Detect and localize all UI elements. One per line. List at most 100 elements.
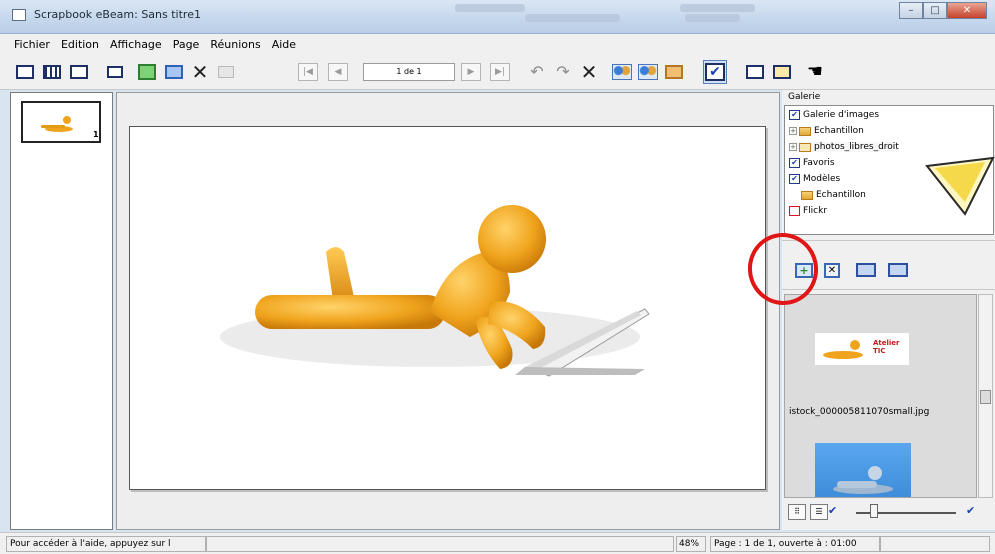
checkbox-checked-icon[interactable]: ✔: [789, 174, 800, 184]
hand-tool-button[interactable]: ☚: [803, 60, 827, 84]
screen-button[interactable]: [743, 60, 767, 84]
grid-view-button[interactable]: [40, 60, 64, 84]
tree-item-echantillon[interactable]: + Echantillon: [789, 126, 864, 136]
notes-button[interactable]: [662, 60, 686, 84]
single-page-icon: [16, 65, 34, 79]
clear-button[interactable]: ✕: [577, 60, 601, 84]
gallery-image-list: Atelier TIC istock_000005811070small.jpg: [784, 294, 977, 498]
menu-affichage[interactable]: Affichage: [110, 38, 162, 51]
previous-page-button[interactable]: ◀: [328, 63, 348, 81]
maximize-button[interactable]: □: [923, 2, 947, 19]
expand-icon[interactable]: +: [789, 127, 797, 135]
window-view-button[interactable]: [103, 60, 127, 84]
page-indicator-field[interactable]: 1 de 1: [363, 63, 455, 81]
checkbox-checked-icon[interactable]: ✔: [789, 110, 800, 120]
page-thumbnail-panel: 1: [10, 92, 113, 530]
status-empty-cell: [206, 536, 674, 552]
gallery-scrollbar[interactable]: [978, 294, 993, 498]
minimize-button[interactable]: –: [899, 2, 923, 19]
flickr-icon: [789, 206, 800, 216]
figure-blue-thumbnail-image: [833, 466, 893, 494]
capture-button[interactable]: [770, 60, 794, 84]
gallery-toggle-button[interactable]: ✔: [703, 60, 727, 84]
tree-item-favoris[interactable]: ✔ Favoris: [789, 158, 835, 168]
tree-item-photos-libres-droit[interactable]: + photos_libres_droit: [789, 142, 899, 152]
menu-aide[interactable]: Aide: [272, 38, 296, 51]
clear-icon: ✕: [580, 60, 598, 84]
gallery-header: Galerie: [788, 92, 821, 102]
yellow-pointer-arrow-icon: [925, 156, 995, 216]
large-size-icon: ✔: [966, 504, 976, 517]
atelier-badge: Atelier TIC: [873, 339, 900, 355]
delete-gallery-folder-button[interactable]: ✕: [820, 260, 844, 280]
single-view-button[interactable]: [13, 60, 37, 84]
scrollbar-thumb[interactable]: [980, 390, 991, 404]
disabled-tool-button[interactable]: [214, 60, 238, 84]
delete-page-button[interactable]: ✕: [188, 60, 212, 84]
gallery-icon: ✔: [705, 63, 725, 81]
undo-button[interactable]: ↶: [525, 60, 549, 84]
last-page-button[interactable]: ▶|: [490, 63, 510, 81]
menu-reunions[interactable]: Réunions: [210, 38, 260, 51]
gallery-image-atelier[interactable]: Atelier TIC: [815, 333, 909, 365]
full-view-button[interactable]: [67, 60, 91, 84]
tree-item-modeles[interactable]: ✔ Modèles: [789, 174, 840, 184]
gallery-image-istock[interactable]: [815, 443, 911, 497]
menu-page[interactable]: Page: [173, 38, 200, 51]
undo-icon: ↶: [530, 62, 544, 81]
screen-icon: [746, 65, 764, 79]
tree-item-flickr[interactable]: Flickr: [789, 206, 827, 216]
export-image-button[interactable]: [886, 260, 910, 280]
status-page-info: Page : 1 de 1, ouverte à : 01:00: [710, 536, 880, 552]
blurred-taskbar-item: [525, 14, 620, 22]
folder-icon: [801, 190, 813, 200]
first-page-button[interactable]: |◀: [298, 63, 318, 81]
tree-item-echantillon-modeles[interactable]: Echantillon: [801, 190, 866, 200]
page-thumbnail[interactable]: [21, 101, 101, 143]
next-page-button[interactable]: ▶: [461, 63, 481, 81]
export-image-icon: [888, 263, 908, 277]
slider-handle[interactable]: [870, 504, 878, 518]
share-icon: [638, 64, 658, 80]
gallery-bottom-bar: ⠿ ☰ ✔ ✔: [784, 500, 994, 524]
folder-icon: [799, 126, 811, 136]
hand-icon: ☚: [806, 61, 824, 82]
status-bar: Pour accéder à l'aide, appuyez sur l 48%…: [0, 532, 995, 554]
folder-icon: [799, 142, 811, 152]
title-bar: Scrapbook eBeam: Sans titre1 – □ ✕: [0, 0, 995, 34]
small-size-icon: ✔: [828, 504, 838, 517]
grid-icon: [43, 65, 61, 79]
list-view-button[interactable]: ☰: [810, 504, 828, 520]
tree-item-label: Flickr: [803, 206, 828, 216]
blurred-taskbar-item: [455, 4, 525, 12]
canvas-area: [116, 92, 780, 530]
canvas-page[interactable]: [129, 126, 766, 490]
redo-icon: ↷: [556, 62, 570, 81]
close-button[interactable]: ✕: [947, 2, 987, 19]
expand-icon[interactable]: +: [789, 143, 797, 151]
copy-page-icon: [165, 65, 183, 79]
menu-edition[interactable]: Edition: [61, 38, 99, 51]
disabled-icon: [218, 66, 234, 78]
meeting-button[interactable]: [610, 60, 634, 84]
tree-item-label: photos_libres_droit: [814, 142, 899, 152]
capture-icon: [773, 65, 791, 79]
people-icon: [612, 64, 632, 80]
thumbnail-view-button[interactable]: ⠿: [788, 504, 806, 520]
delete-icon: ✕: [191, 60, 209, 84]
window-controls: – □ ✕: [899, 2, 987, 19]
notes-icon: [665, 65, 683, 79]
tree-item-label: Echantillon: [814, 126, 864, 136]
menu-fichier[interactable]: Fichier: [14, 38, 50, 51]
menu-bar: Fichier Edition Affichage Page Réunions …: [0, 34, 995, 54]
share-button[interactable]: [636, 60, 660, 84]
tree-item-galerie-images[interactable]: ✔ Galerie d'images: [789, 110, 879, 120]
import-image-button[interactable]: [854, 260, 878, 280]
copy-page-button[interactable]: [162, 60, 186, 84]
status-zoom: 48%: [676, 536, 706, 552]
thumbnail-figure-image: [41, 116, 73, 132]
import-image-icon: [856, 263, 876, 277]
checkbox-checked-icon[interactable]: ✔: [789, 158, 800, 168]
redo-button[interactable]: ↷: [551, 60, 575, 84]
add-page-button[interactable]: [135, 60, 159, 84]
